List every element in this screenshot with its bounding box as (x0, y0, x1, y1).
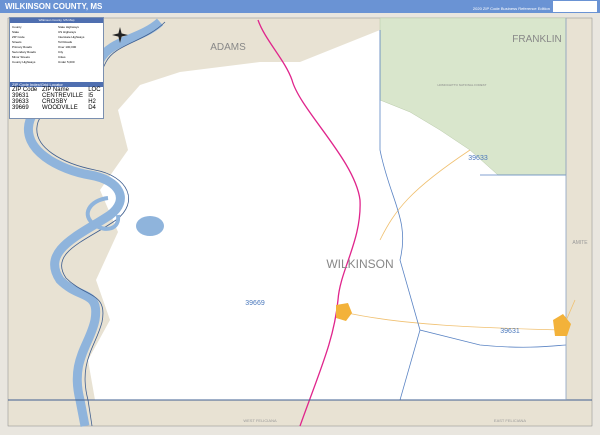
edition-label: 2020 ZIP Code Business Reference Edition (472, 6, 550, 11)
zip-index: ZIP Code Index/Grid Locator ZIP Code ZIP … (10, 82, 103, 111)
label-national-forest: HOMOCHITTO NATIONAL FOREST (438, 83, 487, 87)
zip-index-table: ZIP Code ZIP Name LOC 39631 CENTREVILLE I5 3… (10, 87, 103, 111)
publisher-logo (553, 1, 597, 12)
table-row: 39669 WOODVILLE D4 (12, 105, 96, 111)
label-west-feliciana: WEST FELICIANA (243, 418, 277, 423)
zip-label-39633: 39633 (468, 155, 488, 162)
zip-label-39631: 39631 (500, 328, 520, 335)
legend-item: County Highways (12, 59, 36, 64)
label-franklin: FRANKLIN (512, 34, 561, 45)
map-legend: Wilkinson County, MS Map County State ZI… (9, 17, 104, 119)
lake (136, 216, 164, 236)
label-amite: AMITE (572, 240, 588, 246)
title-bar: WILKINSON COUNTY, MS 2020 ZIP Code Busin… (0, 0, 600, 13)
label-wilkinson: WILKINSON (326, 257, 393, 271)
map-title: WILKINSON COUNTY, MS (5, 2, 103, 11)
label-east-feliciana: EAST FELICIANA (494, 418, 526, 423)
zip-label-39669: 39669 (245, 300, 265, 307)
label-adams: ADAMS (210, 42, 246, 53)
legend-city-size: Under 5,000 (58, 59, 75, 64)
